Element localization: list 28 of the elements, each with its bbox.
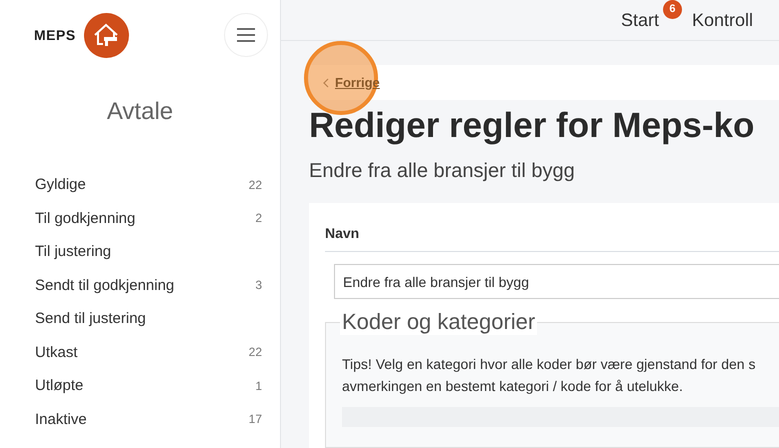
field-label: Navn [325,225,779,252]
tip-text: Tips! Velg en kategori hvor alle koder bør være gjenstand for den s avmerkingen en bestemt kategori / kode for å utelukke. [342,355,756,396]
sidebar-item[interactable]: Gyldige 22 [0,168,280,202]
page-title: Rediger regler for Meps-ko [309,106,756,146]
sidebar-item[interactable]: Til justering [0,235,280,268]
nav-link[interactable]: Start [620,10,659,30]
item-count: 17 [248,412,262,426]
item-count: 3 [255,278,262,292]
nav-link[interactable]: Kontroll [692,10,753,30]
sidebar-item[interactable]: Send til justering [0,302,280,336]
sidebar-item[interactable]: Utløpte 1 [0,369,280,402]
menu-button[interactable] [224,13,268,57]
house-logo-icon [84,12,129,58]
sidebar-item[interactable]: Sendt til godkjenning 3 [0,268,280,302]
page-subtitle: Endre fra alle bransjer til bygg [309,160,576,183]
sidebar-item[interactable]: Til godkjenning 2 [0,202,280,235]
name-field[interactable]: Endre fra alle bransjer til bygg [334,264,779,299]
notification-count: 6 [662,0,682,18]
brand-name: MEPS [34,27,76,43]
sidebar-title: Avtale [106,98,174,126]
item-count: 2 [255,211,262,226]
menu-icon [236,28,256,42]
item-count: 22 [248,178,262,192]
chevron-left-icon [323,78,329,88]
item-count: 22 [248,345,262,360]
item-count: 1 [255,378,262,393]
sidebar-item[interactable]: Inaktive 17 [0,402,280,436]
sidebar-item[interactable]: Utkast 22 [0,336,280,369]
